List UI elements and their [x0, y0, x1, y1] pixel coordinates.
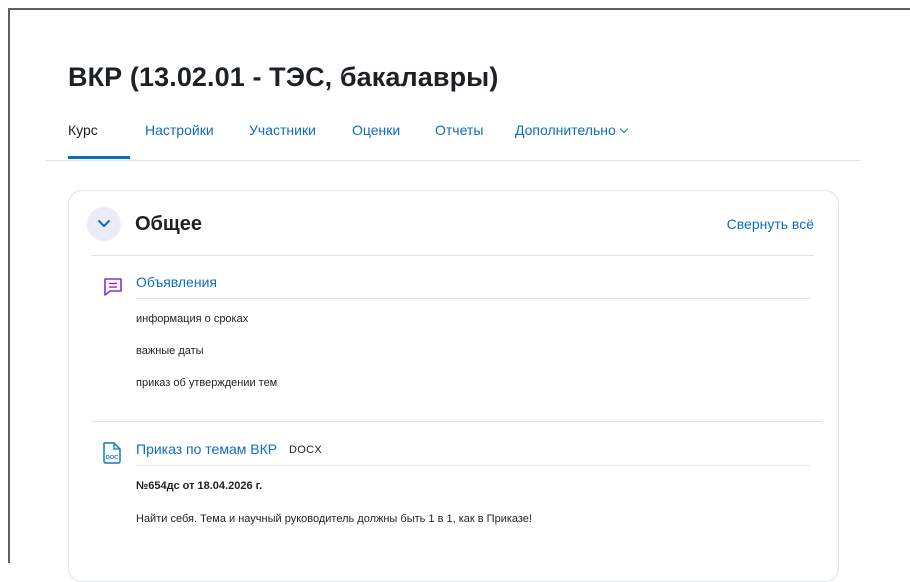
activity-link-order[interactable]: Приказ по темам ВКР [136, 441, 277, 457]
activity-description-line: Найти себя. Тема и научный руководитель … [136, 513, 532, 525]
course-nav: Курс Настройки Участники Оценки Отчеты Д… [46, 118, 860, 161]
activity-description-bold: №654дс от 18.04.2026 г. [136, 480, 263, 492]
tab-participants[interactable]: Участники [249, 122, 316, 138]
activity-separator [91, 421, 822, 422]
tab-course[interactable]: Курс [68, 122, 98, 138]
tab-more-label: Дополнительно [515, 122, 616, 138]
doc-icon-label: DOC [106, 455, 118, 461]
activity-file-type: DOCX [289, 444, 322, 456]
tab-grades[interactable]: Оценки [352, 122, 400, 138]
section-header-divider [91, 255, 814, 256]
forum-icon [102, 276, 124, 303]
chevron-down-icon [98, 220, 110, 227]
tab-settings[interactable]: Настройки [145, 122, 214, 138]
active-tab-indicator [68, 156, 130, 159]
section-title: Общее [135, 213, 203, 235]
collapse-all-link[interactable]: Свернуть всё [727, 216, 814, 232]
chevron-down-icon [619, 124, 629, 134]
tab-more[interactable]: Дополнительно [515, 122, 629, 138]
doc-file-icon: DOC [101, 441, 123, 470]
section-collapse-button[interactable] [87, 207, 121, 241]
activity-divider [136, 465, 810, 466]
activity-description-line: приказ об утверждении тем [136, 377, 278, 389]
window-frame-top [8, 8, 910, 10]
activity-description-line: информация о сроках [136, 313, 249, 325]
tab-reports[interactable]: Отчеты [435, 122, 483, 138]
activity-link-announcements[interactable]: Объявления [136, 274, 217, 290]
page-title: ВКР (13.02.01 - ТЭС, бакалавры) [68, 62, 499, 92]
activity-divider [136, 298, 810, 299]
window-frame-left [8, 8, 10, 563]
section-general-card: Общее Свернуть всё Объявления информация… [68, 190, 839, 582]
activity-description-line: важные даты [136, 345, 204, 357]
